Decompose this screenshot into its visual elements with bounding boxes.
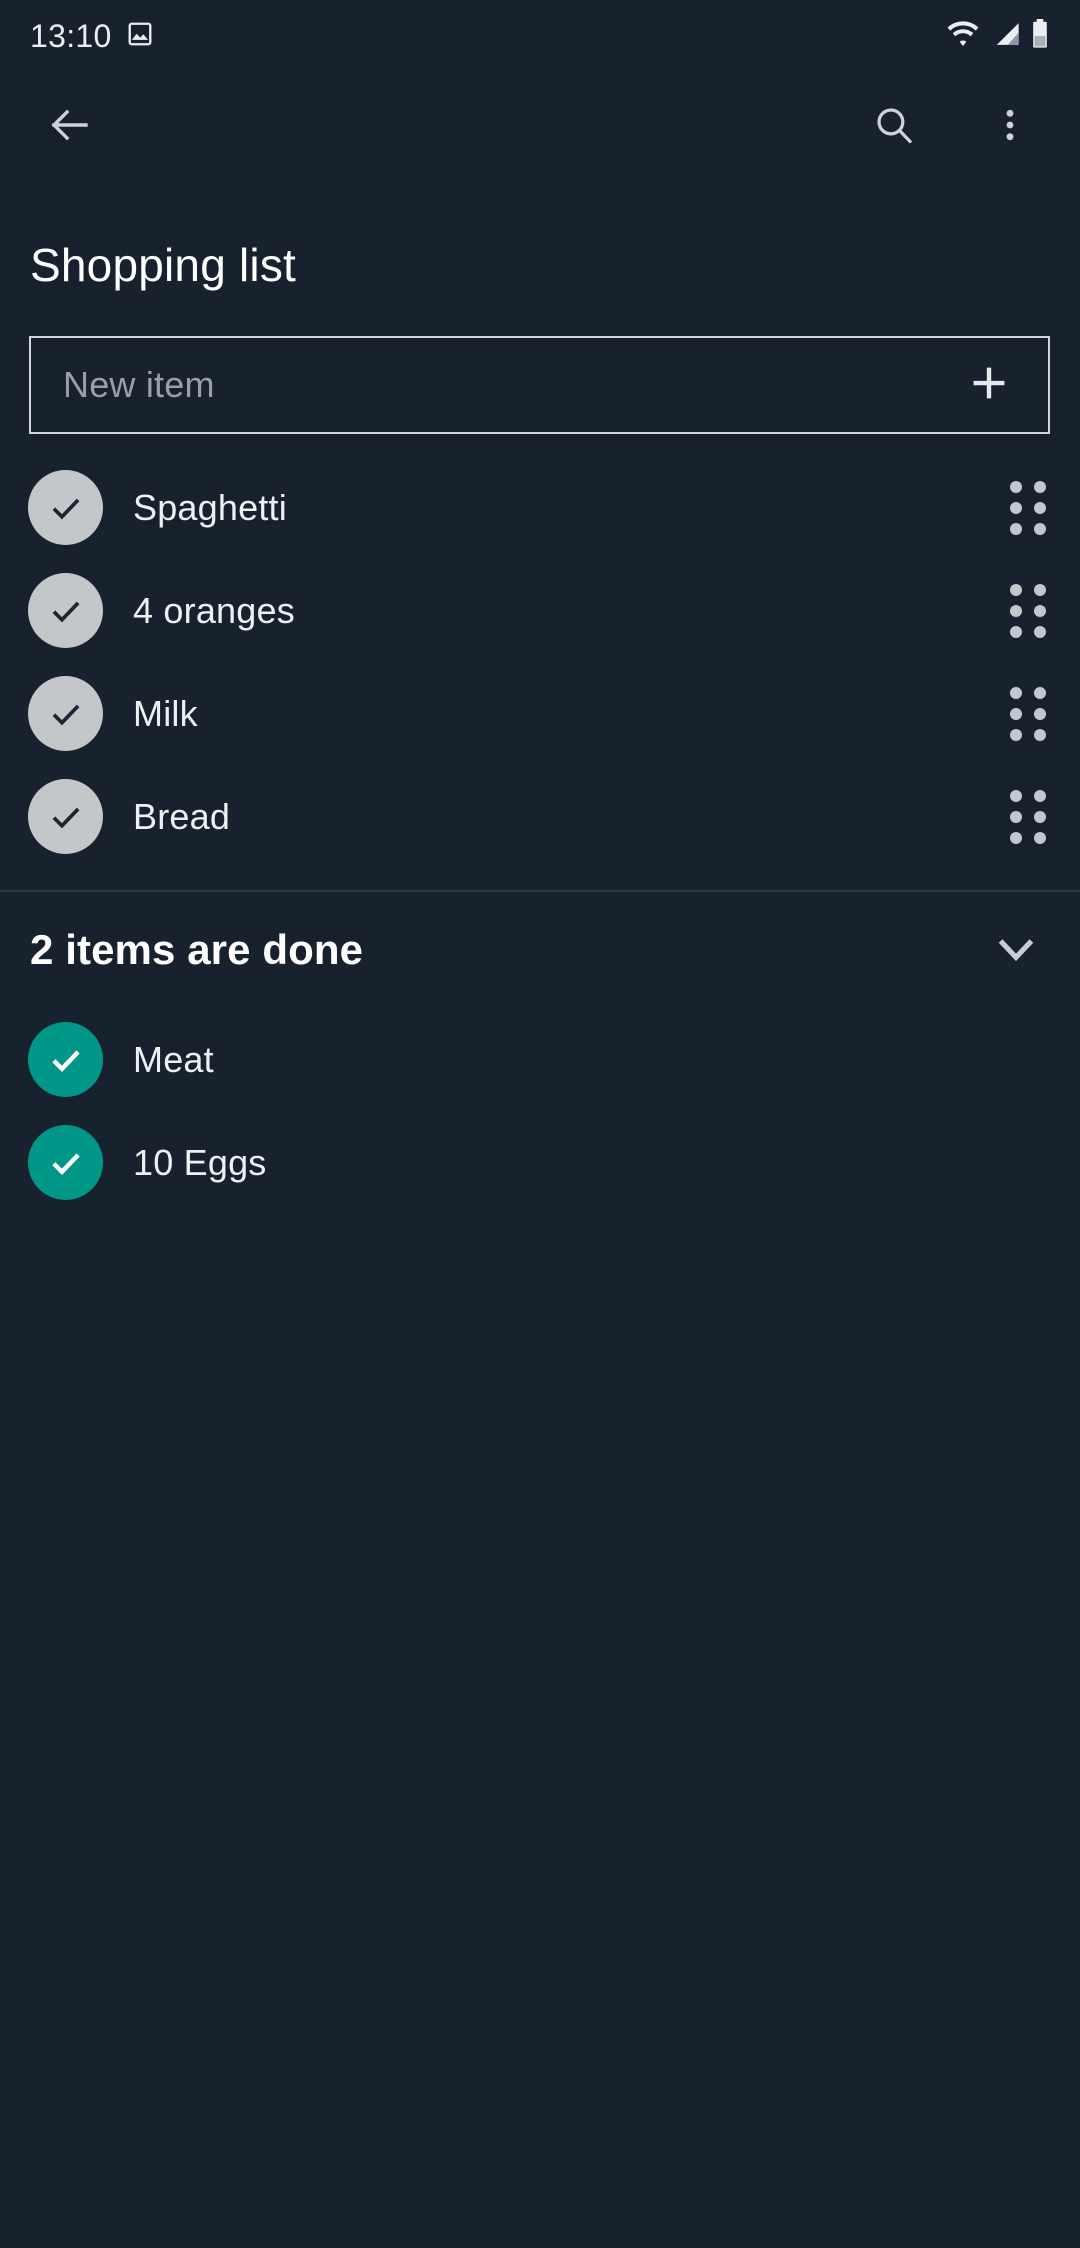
done-items-list: Meat 10 Eggs (0, 1008, 1080, 1214)
list-item[interactable]: Bread (0, 765, 1080, 868)
back-button[interactable] (34, 91, 106, 163)
done-section-header[interactable]: 2 items are done (0, 892, 1080, 1008)
drag-handle-icon[interactable] (1006, 786, 1050, 848)
drag-handle-icon[interactable] (1006, 683, 1050, 745)
drag-handle-icon[interactable] (1006, 580, 1050, 642)
status-bar: 13:10 (0, 0, 1080, 72)
page-title: Shopping list (30, 239, 296, 291)
new-item-section: New item (29, 336, 1050, 434)
collapse-done-button[interactable] (988, 920, 1044, 981)
app-toolbar (0, 72, 1080, 182)
status-bar-clock: 13:10 (30, 17, 112, 54)
list-item[interactable]: 4 oranges (0, 559, 1080, 662)
back-arrow-icon (46, 101, 94, 154)
app-screen: 13:10 Shopping list New item Spaghetti 4… (0, 0, 1080, 2248)
checkbox-unchecked[interactable] (28, 470, 103, 545)
cellular-signal-icon (990, 20, 1020, 53)
drag-handle-icon[interactable] (1006, 477, 1050, 539)
wifi-icon (946, 20, 980, 53)
status-bar-right (946, 18, 1050, 54)
add-item-button[interactable] (958, 354, 1020, 416)
search-icon (871, 102, 917, 153)
list-item[interactable]: Spaghetti (0, 456, 1080, 559)
list-item[interactable]: Meat (0, 1008, 1080, 1111)
checkbox-unchecked[interactable] (28, 779, 103, 854)
checkbox-unchecked[interactable] (28, 573, 103, 648)
list-item-label: Meat (133, 1038, 214, 1080)
list-item[interactable]: Milk (0, 662, 1080, 765)
done-section-title: 2 items are done (30, 926, 364, 973)
list-item-label: 10 Eggs (133, 1141, 267, 1183)
search-button[interactable] (858, 91, 930, 163)
list-item-label: 4 oranges (133, 589, 295, 631)
checkbox-unchecked[interactable] (28, 676, 103, 751)
chevron-down-icon (988, 920, 1044, 981)
battery-icon (1030, 18, 1050, 54)
overflow-menu-button[interactable] (974, 91, 1046, 163)
list-item-label: Bread (133, 795, 231, 837)
image-icon (126, 20, 154, 53)
pending-items-list: Spaghetti 4 oranges Milk Bread (0, 456, 1080, 868)
new-item-input[interactable]: New item (63, 364, 958, 406)
toolbar-actions (858, 91, 1046, 163)
more-vertical-icon (990, 105, 1030, 150)
checkbox-checked[interactable] (28, 1125, 103, 1200)
new-item-field[interactable]: New item (29, 336, 1050, 434)
checkbox-checked[interactable] (28, 1022, 103, 1097)
plus-icon (964, 358, 1014, 413)
status-bar-left: 13:10 (30, 18, 154, 55)
list-item[interactable]: 10 Eggs (0, 1111, 1080, 1214)
list-item-label: Milk (133, 692, 198, 734)
list-item-label: Spaghetti (133, 486, 287, 528)
